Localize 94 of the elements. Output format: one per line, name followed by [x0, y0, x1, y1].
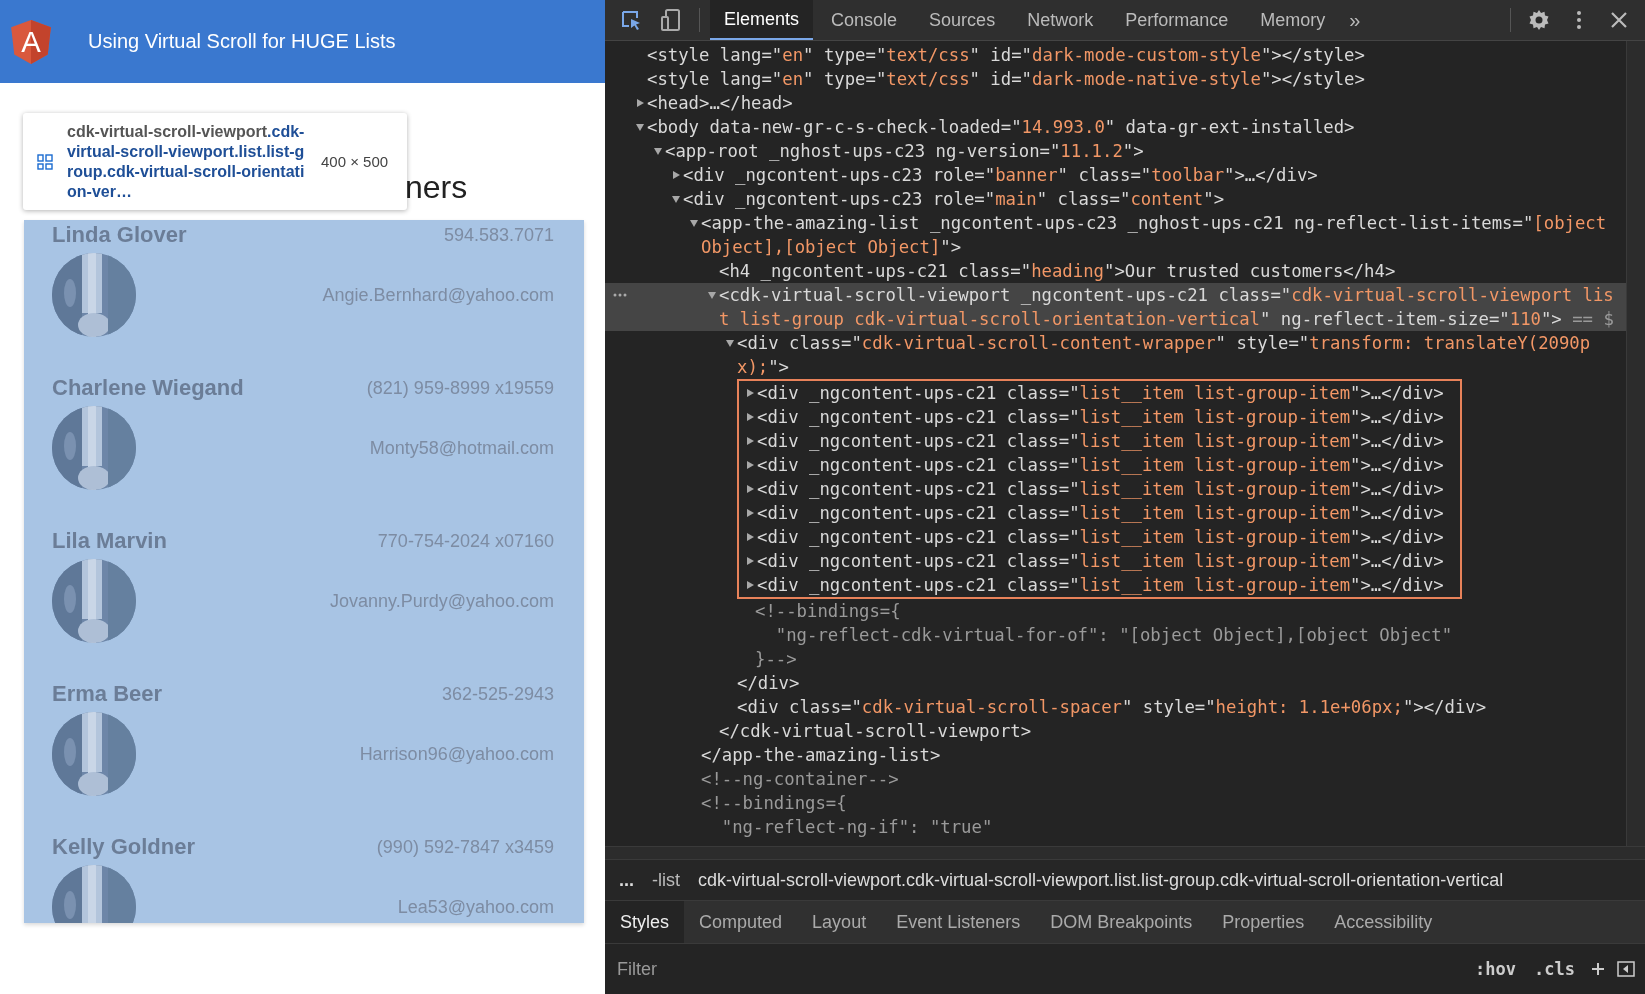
closing-tag: </cdk-virtual-scroll-viewport>: [719, 719, 1618, 743]
node-code: <!--bindings={ "ng-reflect-ng-if": "true": [701, 792, 994, 839]
panel-tab[interactable]: Computed: [684, 901, 798, 943]
node-code: <style lang="en" type="text/css" id="dark-mode-native-style"></style>: [647, 68, 1366, 91]
more-icon[interactable]: [613, 293, 627, 297]
panel-tab[interactable]: Event Listeners: [881, 901, 1036, 943]
devtools-tab[interactable]: Memory: [1246, 0, 1340, 40]
customer-email: Monty58@hotmail.com: [369, 437, 554, 459]
devtools-tab[interactable]: Sources: [915, 0, 1010, 40]
collapsed-triangle-icon[interactable]: [745, 580, 755, 590]
devtools-tab[interactable]: Network: [1013, 0, 1108, 40]
node-code: <head>…</head>: [647, 92, 794, 115]
panel-tab[interactable]: Accessibility: [1319, 901, 1448, 943]
dom-tree-row[interactable]: <app-root _nghost-ups-c23 ng-version="11.1.2">: [605, 139, 1626, 163]
closing-tag: </div>: [737, 671, 1618, 695]
breadcrumb[interactable]: -list: [646, 869, 686, 891]
node-code: <app-root _nghost-ups-c23 ng-version="11.1.2">: [665, 140, 1145, 163]
sidebar-toggle-icon[interactable]: [1617, 961, 1635, 977]
style-toggle-button[interactable]: :hov: [1471, 959, 1521, 979]
collapsed-triangle-icon[interactable]: [671, 170, 681, 180]
dom-tree-row[interactable]: <h4 _ngcontent-ups-c21 class="heading">Our trusted customers</h4>: [605, 259, 1626, 283]
collapsed-triangle-icon[interactable]: [745, 532, 755, 542]
panel-tab[interactable]: DOM Breakpoints: [1035, 901, 1208, 943]
collapsed-triangle-icon[interactable]: [635, 98, 645, 108]
plus-icon[interactable]: [1589, 961, 1607, 977]
customer-email: Jovanny.Purdy@yahoo.com: [329, 590, 554, 612]
devtools-tab[interactable]: Performance: [1111, 0, 1243, 40]
devtools-tab[interactable]: Console: [817, 0, 912, 40]
expanded-triangle-icon[interactable]: [653, 146, 663, 156]
element-size: 400 × 500: [321, 153, 389, 170]
device-icon[interactable]: [659, 8, 683, 32]
expanded-triangle-icon[interactable]: [689, 218, 699, 228]
dom-tree-row[interactable]: <!--bindings={ "ng-reflect-ng-if": "true": [605, 791, 1626, 839]
closing-tag: </app-the-amazing-list>: [701, 743, 1618, 767]
node-code: <h4 _ngcontent-ups-c21 class="heading">Our trusted customers</h4>: [719, 260, 1397, 283]
customer-email: Harrison96@yahoo.com: [359, 743, 554, 765]
dom-tree-row[interactable]: <!--bindings={ "ng-reflect-cdk-virtual-for-of": "[object Object],[object Object" }-->: [605, 599, 1626, 671]
collapsed-triangle-icon[interactable]: [745, 484, 755, 494]
node-code: <!--ng-container-->: [701, 768, 900, 791]
dom-tree-row[interactable]: <!--ng-container-->: [605, 767, 1626, 791]
expanded-triangle-icon[interactable]: [635, 122, 645, 132]
list-heading: ners: [405, 168, 469, 207]
app-title: Using Virtual Scroll for HUGE Lists: [88, 30, 396, 53]
dom-tree-row[interactable]: <head>…</head>: [605, 91, 1626, 115]
filter-field[interactable]: Filter: [615, 957, 1462, 981]
node-code: <div _ngcontent-ups-c23 role="main" class="content">: [683, 188, 1226, 211]
dom-tree-row[interactable]: <div _ngcontent-ups-c23 role="banner" class="toolbar">…</div>: [605, 163, 1626, 187]
customer-phone: (990) 592-7847 x3459: [376, 836, 554, 858]
collapsed-triangle-icon[interactable]: [745, 460, 755, 470]
node-code: <!--bindings={ "ng-reflect-cdk-virtual-for-of": "[object Object],[object Object" }-->: [755, 600, 1454, 671]
collapsed-triangle-icon[interactable]: [745, 412, 755, 422]
horizontal-scrollbar[interactable]: [605, 846, 1645, 859]
customer-name: Lila Marvin: [52, 528, 167, 554]
dom-tree-row[interactable]: <div class="cdk-virtual-scroll-content-wrapper" style="transform: translateY(2090px);">: [605, 331, 1626, 379]
panel-tab[interactable]: Layout: [797, 901, 882, 943]
element-selector: cdk-virtual-scroll-viewport.cdk-virtual-scroll-viewport.list.list-group.cdk-virtual-scroll-orientation-ver…: [67, 121, 306, 202]
more-tabs-button[interactable]: »: [1343, 8, 1367, 32]
customer-phone: 362-525-2943: [441, 683, 554, 705]
style-toggle-button[interactable]: .cls: [1530, 959, 1579, 979]
node-code: <style lang="en" type="text/css" id="dark-mode-custom-style"></style>: [647, 44, 1366, 67]
expanded-triangle-icon[interactable]: [671, 194, 681, 204]
customer-phone: (821) 959-8999 x19559: [366, 377, 554, 399]
dom-tree-row[interactable]: <div _ngcontent-ups-c23 role="main" class="content">: [605, 187, 1626, 211]
dom-tree-row[interactable]: <style lang="en" type="text/css" id="dark-mode-custom-style"></style>: [605, 43, 1626, 67]
node-code: <div _ngcontent-ups-c23 role="banner" class="toolbar">…</div>: [683, 164, 1319, 187]
node-code: <div class="cdk-virtual-scroll-spacer" style="height: 1.1e+06px;"></div>: [737, 696, 1488, 719]
breadcrumb[interactable]: cdk-virtual-scroll-viewport.cdk-virtual-scroll-viewport.list.list-group.cdk-virtual-scroll-orientation-vertical: [692, 869, 1510, 891]
vertical-scrollbar[interactable]: [1626, 41, 1645, 846]
expanded-triangle-icon[interactable]: [725, 338, 735, 348]
customer-phone: 594.583.7071: [443, 224, 554, 246]
panel-tab[interactable]: Properties: [1207, 901, 1320, 943]
customer-phone: 770-754-2024 x07160: [377, 530, 554, 552]
customer-email: Angie.Bernhard@yahoo.com: [322, 284, 554, 306]
collapsed-triangle-icon[interactable]: [745, 556, 755, 566]
dom-tree-row[interactable]: <style lang="en" type="text/css" id="dark-mode-native-style"></style>: [605, 67, 1626, 91]
devtools-tab[interactable]: Elements: [710, 0, 814, 40]
customer-name: Linda Glover: [52, 222, 187, 248]
collapsed-triangle-icon[interactable]: [745, 508, 755, 518]
customer-email: Lea53@yahoo.com: [397, 896, 554, 918]
dom-tree-row[interactable]: <div class="cdk-virtual-scroll-spacer" style="height: 1.1e+06px;"></div>: [605, 695, 1626, 719]
collapsed-triangle-icon[interactable]: [745, 436, 755, 446]
settings-icon[interactable]: [1527, 8, 1551, 32]
node-code: <body data-new-gr-c-s-check-loaded="14.993.0" data-gr-ext-installed>: [647, 116, 1356, 139]
customer-name: Erma Beer: [52, 681, 163, 707]
panel-tab[interactable]: Styles: [605, 901, 685, 943]
expanded-triangle-icon[interactable]: [707, 290, 717, 300]
dom-tree-row[interactable]: <body data-new-gr-c-s-check-loaded="14.993.0" data-gr-ext-installed>: [605, 115, 1626, 139]
customer-name: Kelly Goldner: [52, 834, 196, 860]
node-code: <div class="cdk-virtual-scroll-content-wrapper" style="transform: translateY(2090px);">: [737, 332, 1592, 379]
grid-icon: [37, 153, 53, 170]
customer-name: Charlene Wiegand: [52, 375, 244, 401]
breadcrumb-overflow-button[interactable]: ...: [613, 869, 640, 891]
shield-logo-icon: A: [10, 18, 52, 65]
collapsed-triangle-icon[interactable]: [745, 388, 755, 398]
